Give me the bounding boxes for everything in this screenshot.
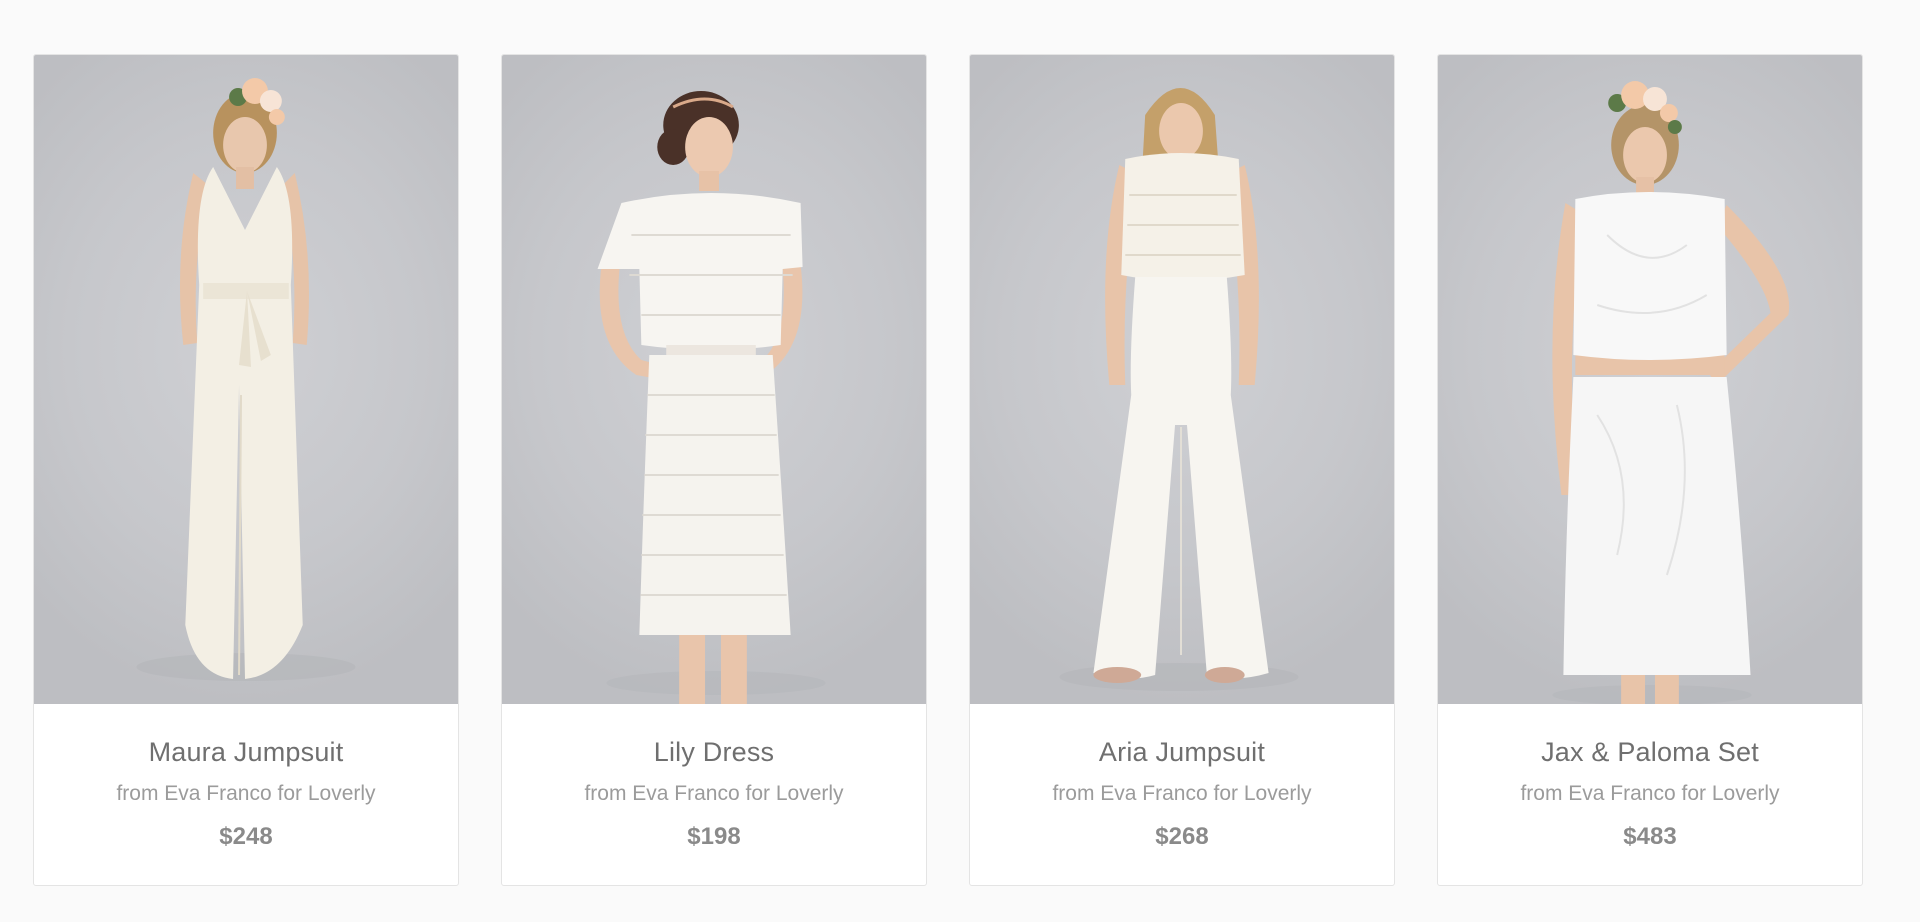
product-brand: from Eva Franco for Loverly <box>1052 782 1312 805</box>
product-card[interactable]: Maura Jumpsuit from Eva Franco for Lover… <box>33 54 459 886</box>
product-card[interactable]: Aria Jumpsuit from Eva Franco for Loverl… <box>969 54 1395 886</box>
product-brand: from Eva Franco for Loverly <box>584 782 844 805</box>
product-image[interactable] <box>1438 55 1862 704</box>
product-name[interactable]: Jax & Paloma Set <box>1438 734 1862 770</box>
product-brand: from Eva Franco for Loverly <box>1520 782 1780 805</box>
product-image[interactable] <box>34 55 458 704</box>
product-price: $248 <box>219 823 273 850</box>
product-grid: Maura Jumpsuit from Eva Franco for Lover… <box>33 54 1863 886</box>
product-name[interactable]: Maura Jumpsuit <box>34 734 458 770</box>
product-price: $483 <box>1623 823 1677 850</box>
product-brand: from Eva Franco for Loverly <box>116 782 376 805</box>
product-image[interactable] <box>502 55 926 704</box>
product-image[interactable] <box>970 55 1394 704</box>
product-price: $198 <box>687 823 741 850</box>
product-name[interactable]: Lily Dress <box>502 734 926 770</box>
product-name[interactable]: Aria Jumpsuit <box>970 734 1394 770</box>
product-card[interactable]: Jax & Paloma Set from Eva Franco for Lov… <box>1437 54 1863 886</box>
product-card[interactable]: Lily Dress from Eva Franco for Loverly $… <box>501 54 927 886</box>
product-price: $268 <box>1155 823 1209 850</box>
